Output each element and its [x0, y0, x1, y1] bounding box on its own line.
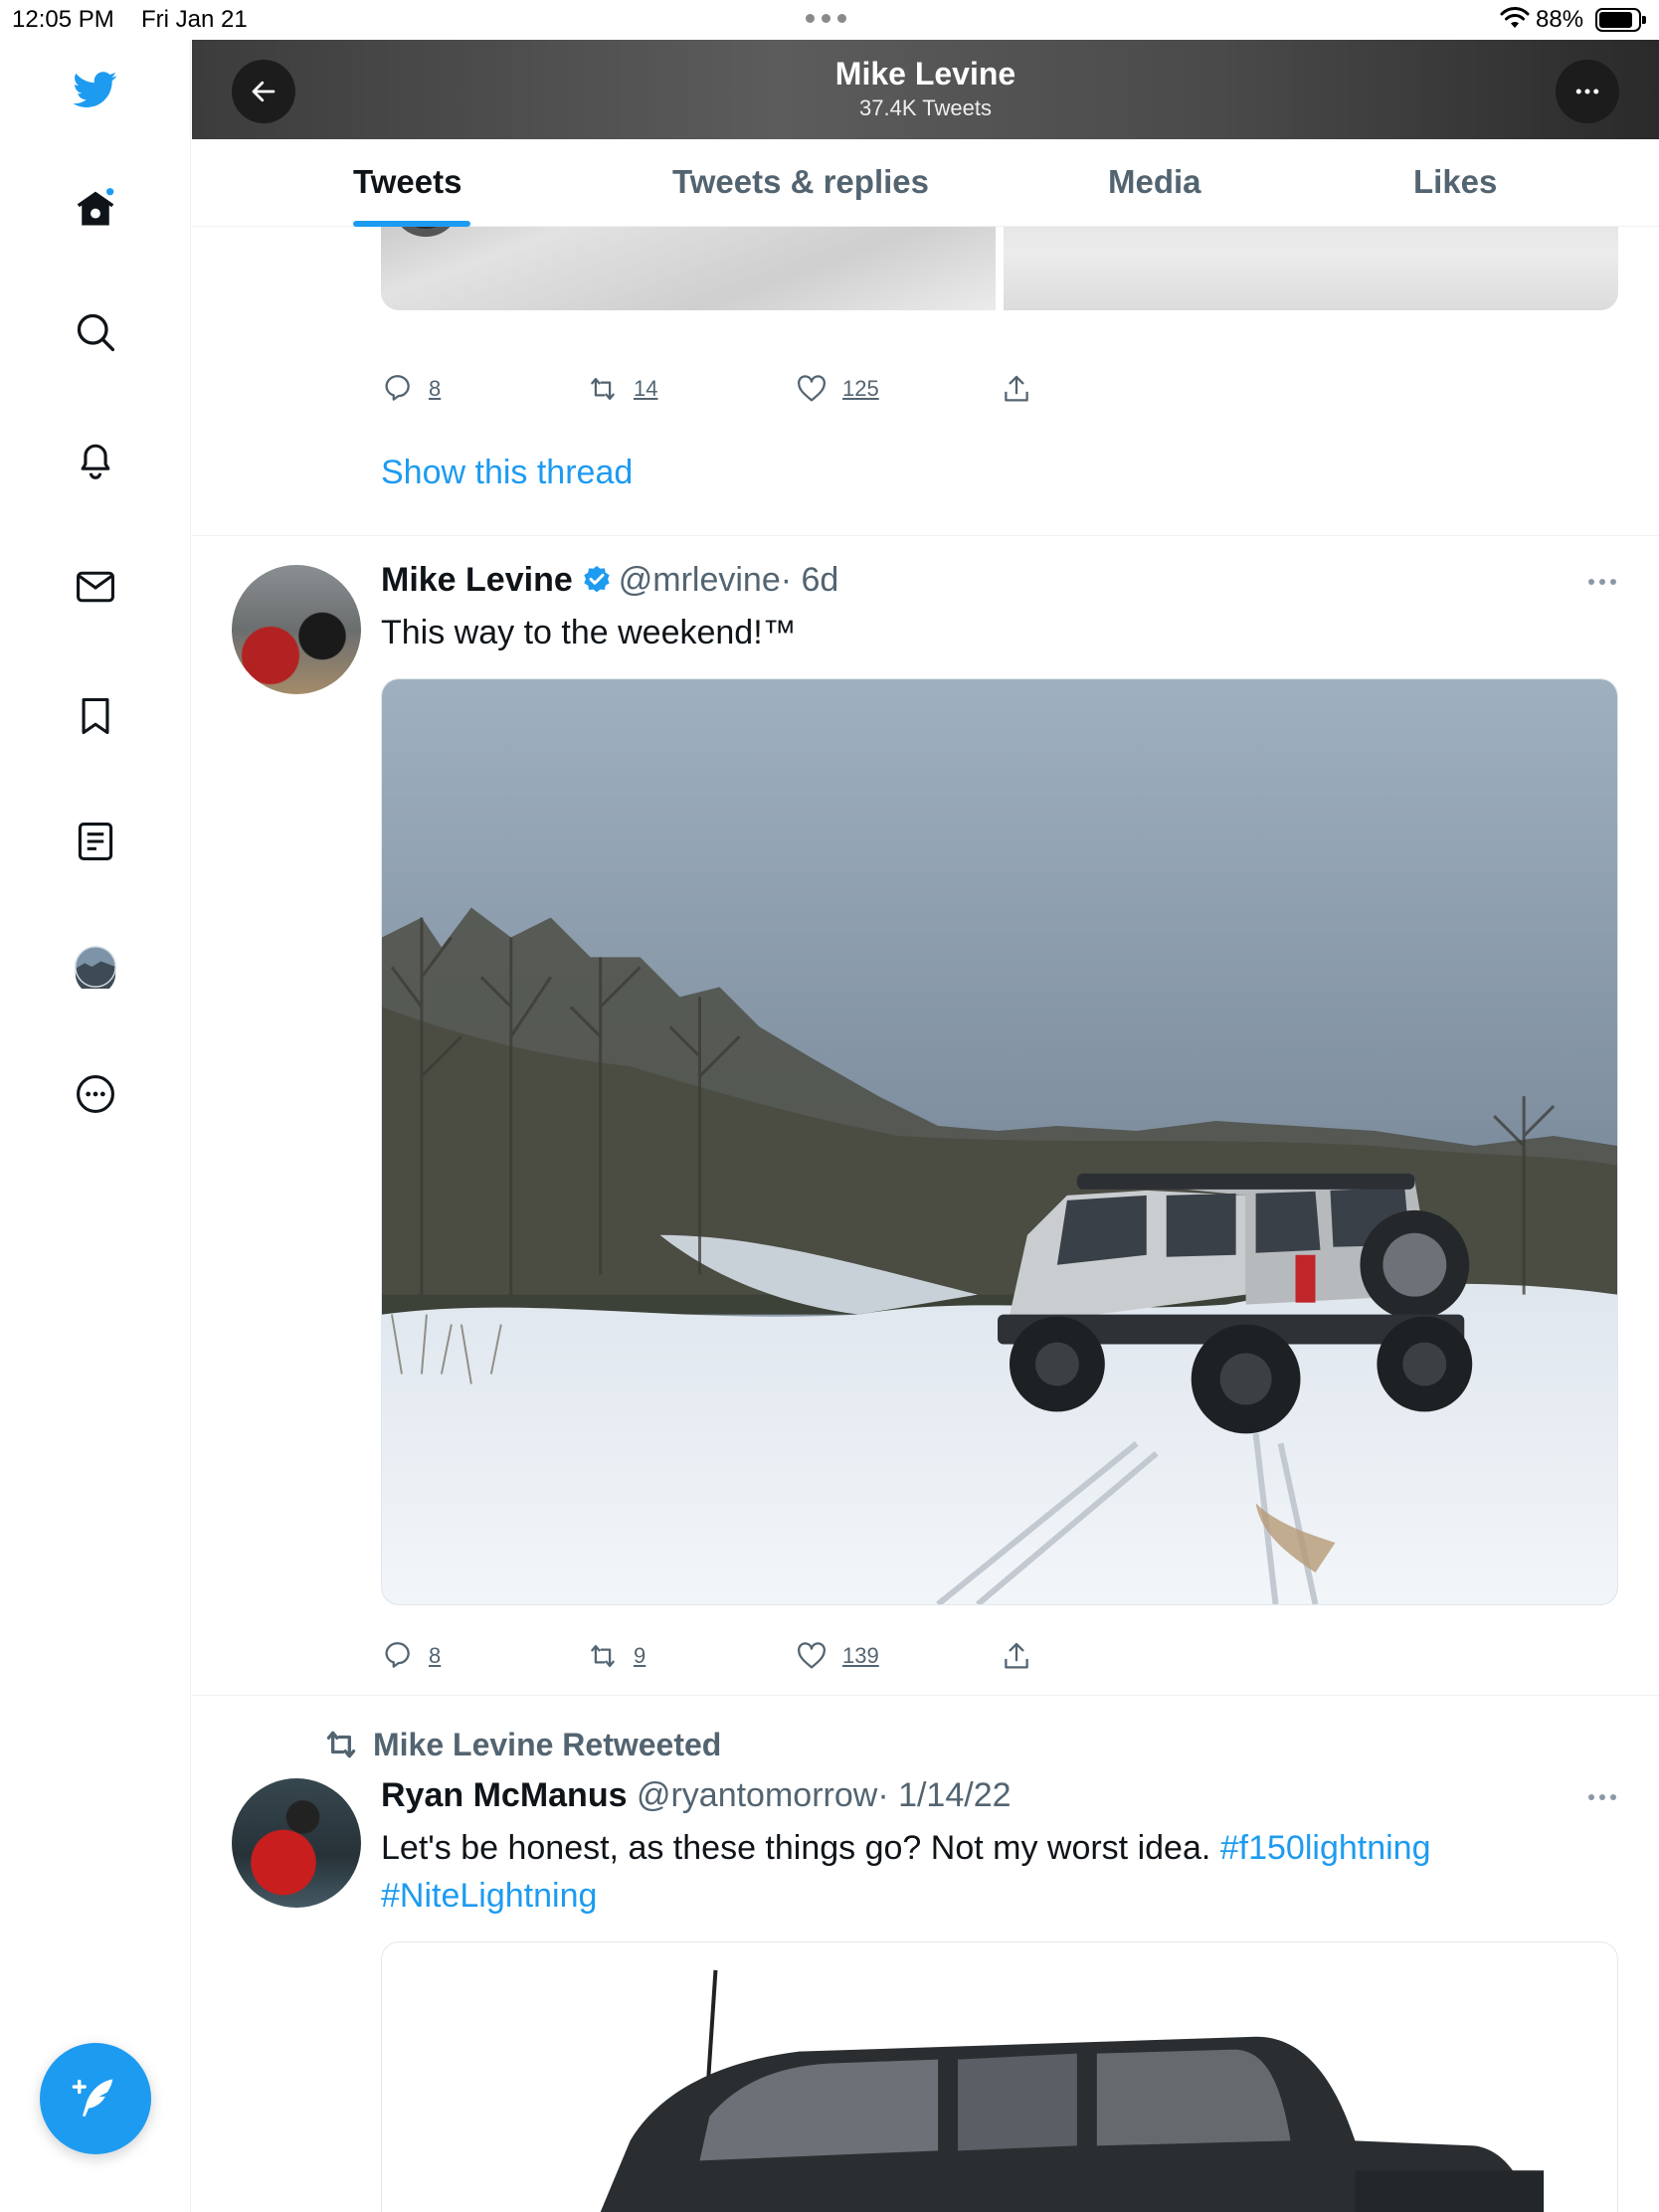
reply-icon — [385, 1642, 410, 1668]
heart-icon — [798, 375, 826, 402]
like-count: 125 — [842, 376, 879, 401]
share-button[interactable] — [1000, 1639, 1033, 1673]
bookmarks-icon[interactable] — [66, 686, 125, 746]
author-handle[interactable]: @mrlevine — [619, 561, 781, 599]
retweet-icon — [591, 377, 615, 401]
status-bar: 12:05 PM Fri Jan 21 88% — [0, 0, 1659, 40]
tab-tweets[interactable]: Tweets — [353, 163, 461, 201]
profile-avatar[interactable] — [66, 937, 125, 997]
sidebar — [0, 40, 191, 2212]
home-icon[interactable] — [66, 179, 125, 239]
tab-media[interactable]: Media — [1108, 163, 1201, 201]
share-icon — [1005, 375, 1028, 402]
retweet-count: 9 — [634, 1643, 646, 1668]
reply-count: 8 — [429, 1643, 442, 1668]
battery-icon — [1595, 8, 1646, 32]
multitasking-dots[interactable] — [806, 14, 846, 23]
tweet-text: This way to the weekend!™ — [381, 614, 797, 651]
retweet-count: 14 — [634, 376, 658, 401]
compose-tweet-button[interactable] — [40, 2043, 151, 2154]
bronco-snow-photo — [382, 679, 1617, 1604]
tweet-time[interactable]: · 1/14/22 — [877, 1776, 1011, 1814]
avatar[interactable] — [232, 1778, 361, 1908]
tweet-text-body: Let's be honest, as these things go? Not… — [381, 1829, 1211, 1867]
verified-badge-icon — [584, 566, 610, 593]
battery-percent: 88% — [1536, 6, 1584, 33]
tweet-more-button[interactable] — [1588, 579, 1616, 585]
tweet-more-button[interactable] — [1588, 1794, 1616, 1800]
retweet-icon — [326, 1731, 356, 1758]
twitter-logo-icon[interactable] — [66, 60, 125, 119]
share-button[interactable] — [1000, 372, 1033, 406]
wifi-icon — [1500, 7, 1530, 28]
tweet-count: 37.4K Tweets — [859, 95, 992, 120]
status-time: 12:05 PM — [12, 6, 114, 33]
like-button[interactable]: 125 — [795, 372, 879, 406]
compose-icon — [72, 2079, 113, 2117]
like-count: 139 — [842, 1643, 879, 1668]
profile-tabs: Tweets Tweets & replies Media Likes — [192, 139, 1659, 227]
show-thread-link[interactable]: Show this thread — [381, 454, 633, 492]
retweet-icon — [591, 1644, 615, 1668]
profile-header: Mike Levine 37.4K Tweets — [192, 40, 1659, 139]
tab-tweets-and-replies[interactable]: Tweets & replies — [672, 163, 929, 201]
reply-count: 8 — [429, 376, 442, 401]
author-name[interactable]: Mike Levine — [381, 561, 573, 599]
share-icon — [1005, 1642, 1028, 1669]
author-handle[interactable]: @ryantomorrow — [637, 1776, 877, 1814]
status-date: Fri Jan 21 — [141, 6, 248, 33]
tweet-header: Mike Levine @mrlevine· 6d — [381, 561, 838, 600]
hashtag-link[interactable]: #NiteLightning — [381, 1877, 597, 1915]
reply-icon — [385, 375, 410, 401]
like-button[interactable]: 139 — [795, 1639, 879, 1673]
tab-likes[interactable]: Likes — [1413, 163, 1497, 201]
messages-icon[interactable] — [66, 557, 125, 617]
truck-photo — [600, 1969, 1545, 2212]
retweet-context[interactable]: Mike Levine Retweeted — [321, 1725, 721, 1764]
tweet-photo[interactable] — [381, 1941, 1618, 2212]
retweeted-by-label: Mike Levine Retweeted — [373, 1726, 722, 1762]
profile-name: Mike Levine — [834, 56, 1016, 92]
avatar[interactable] — [232, 565, 361, 694]
tweet-divider — [192, 535, 1659, 536]
timeline[interactable]: 8 14 125 Show this thread Mike Levine @mr… — [192, 227, 1659, 2212]
ellipsis-icon — [1575, 89, 1599, 94]
retweet-button[interactable]: 9 — [586, 1639, 645, 1673]
reply-button[interactable]: 8 — [381, 1639, 441, 1673]
previous-tweet-media[interactable] — [381, 227, 1618, 310]
author-name[interactable]: Ryan McManus — [381, 1776, 628, 1814]
more-icon[interactable] — [66, 1064, 125, 1124]
heart-icon — [798, 1642, 826, 1669]
notifications-icon[interactable] — [66, 430, 125, 489]
lists-icon[interactable] — [66, 812, 125, 871]
hashtag-link[interactable]: #f150lightning — [1220, 1829, 1431, 1867]
tweet-divider — [192, 1695, 1659, 1696]
tweet-header: Ryan McManus @ryantomorrow· 1/14/22 — [381, 1776, 1012, 1815]
retweet-button[interactable]: 14 — [586, 372, 657, 406]
tweet-time[interactable]: · 6d — [781, 561, 839, 599]
tweet-text: Let's be honest, as these things go? Not… — [381, 1824, 1618, 1920]
reply-button[interactable]: 8 — [381, 372, 441, 406]
tweet-photo[interactable] — [381, 678, 1618, 1605]
header-more-button[interactable] — [1556, 60, 1619, 123]
search-icon[interactable] — [66, 302, 125, 362]
